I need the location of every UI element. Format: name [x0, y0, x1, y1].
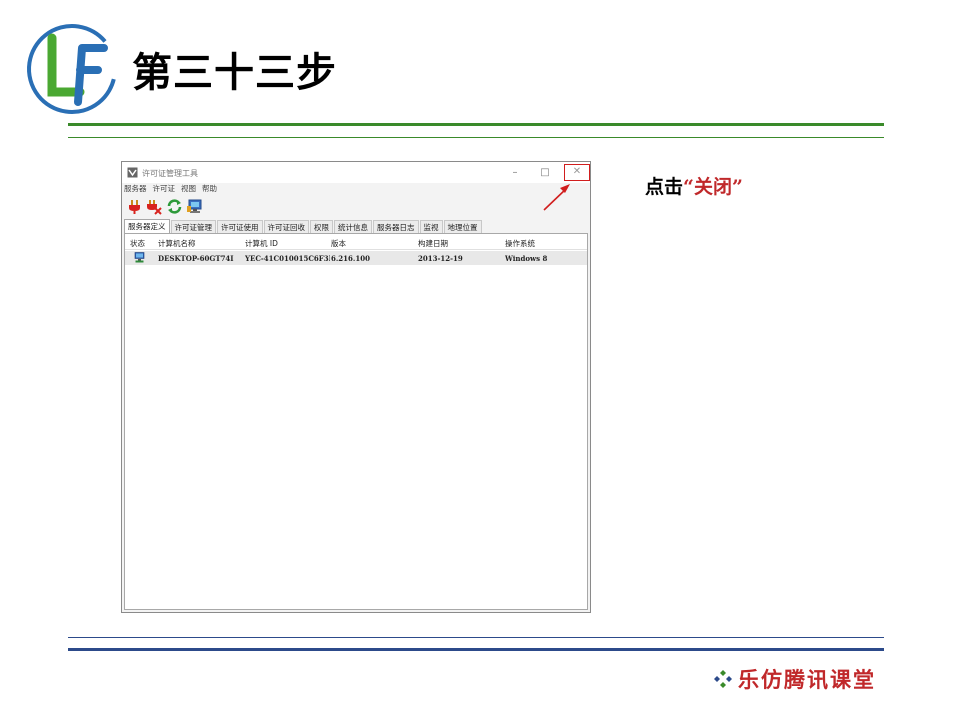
plug-disconnect-icon[interactable] — [146, 198, 163, 215]
diamond-cluster-icon — [714, 670, 732, 688]
instruction-highlight: “关闭” — [683, 176, 743, 198]
menu-bar: 服务器 许可证 视图 帮助 — [122, 183, 590, 195]
column-version[interactable]: 版本 — [331, 238, 346, 249]
list-header: 状态 计算机名称 计算机 ID 版本 构建日期 操作系统 — [125, 234, 587, 250]
cell-build-date: 2013-12-19 — [418, 254, 463, 263]
tab-server-definition[interactable]: 服务器定义 — [124, 219, 170, 233]
column-build-date[interactable]: 构建日期 — [418, 238, 448, 249]
instruction-text: 点击“关闭” — [645, 172, 743, 199]
close-button[interactable]: ✕ — [564, 164, 590, 181]
tab-location[interactable]: 地理位置 — [443, 220, 482, 233]
instruction-prefix: 点击 — [645, 176, 684, 198]
tab-statistics[interactable]: 统计信息 — [334, 220, 372, 233]
menu-view[interactable]: 视图 — [181, 183, 196, 195]
toolbar — [126, 196, 203, 216]
tab-server-log[interactable]: 服务器日志 — [373, 220, 419, 233]
cell-computer-id: YEC-41C010015C6F3F — [245, 254, 330, 263]
minimize-button[interactable]: – — [502, 166, 528, 180]
cell-version: 6.216.100 — [331, 254, 370, 263]
refresh-icon[interactable] — [166, 198, 183, 215]
menu-server[interactable]: 服务器 — [124, 183, 147, 195]
lf-logo-icon — [26, 24, 117, 114]
brand-footer: 乐仿腾讯课堂 — [712, 664, 876, 694]
server-list: 状态 计算机名称 计算机 ID 版本 构建日期 操作系统 DESKTOP-60G… — [124, 233, 588, 610]
computer-icon — [134, 252, 145, 263]
cell-os: Windows 8 — [505, 254, 548, 263]
plug-connect-icon[interactable] — [126, 198, 143, 215]
app-shield-icon — [127, 167, 138, 178]
tab-license-management[interactable]: 许可证管理 — [170, 220, 216, 233]
window-titlebar[interactable]: 许可证管理工具 – □ ✕ — [122, 162, 590, 183]
column-status[interactable]: 状态 — [130, 238, 145, 249]
license-manager-window: 许可证管理工具 – □ ✕ 服务器 许可证 视图 帮助 服务器定义 许可证管理 … — [121, 161, 591, 613]
menu-help[interactable]: 帮助 — [202, 183, 217, 195]
tab-permissions[interactable]: 权限 — [310, 220, 333, 233]
tab-license-recovery[interactable]: 许可证回收 — [263, 220, 309, 233]
column-computer-name[interactable]: 计算机名称 — [158, 238, 196, 249]
table-row[interactable]: DESKTOP-60GT74I YEC-41C010015C6F3F 6.216… — [125, 251, 587, 265]
column-computer-id[interactable]: 计算机 ID — [245, 238, 278, 249]
footer-rule-thin — [68, 637, 884, 638]
tab-license-usage[interactable]: 许可证使用 — [217, 220, 263, 233]
monitor-icon[interactable] — [186, 198, 203, 215]
tab-monitor[interactable]: 监视 — [419, 220, 443, 233]
slide-title: 第三十三步 — [132, 50, 337, 96]
menu-license[interactable]: 许可证 — [153, 183, 176, 195]
maximize-button[interactable]: □ — [532, 166, 558, 180]
brand-name: 乐仿腾讯课堂 — [738, 667, 876, 692]
window-title: 许可证管理工具 — [142, 169, 198, 178]
header-rule-thin — [68, 137, 884, 138]
footer-rule-thick — [68, 648, 884, 651]
column-os[interactable]: 操作系统 — [505, 238, 535, 249]
cell-computer-name: DESKTOP-60GT74I — [158, 254, 234, 263]
header-rule-thick — [68, 123, 884, 126]
tab-bar: 服务器定义 许可证管理 许可证使用 许可证回收 权限 统计信息 服务器日志 监视… — [124, 219, 483, 233]
